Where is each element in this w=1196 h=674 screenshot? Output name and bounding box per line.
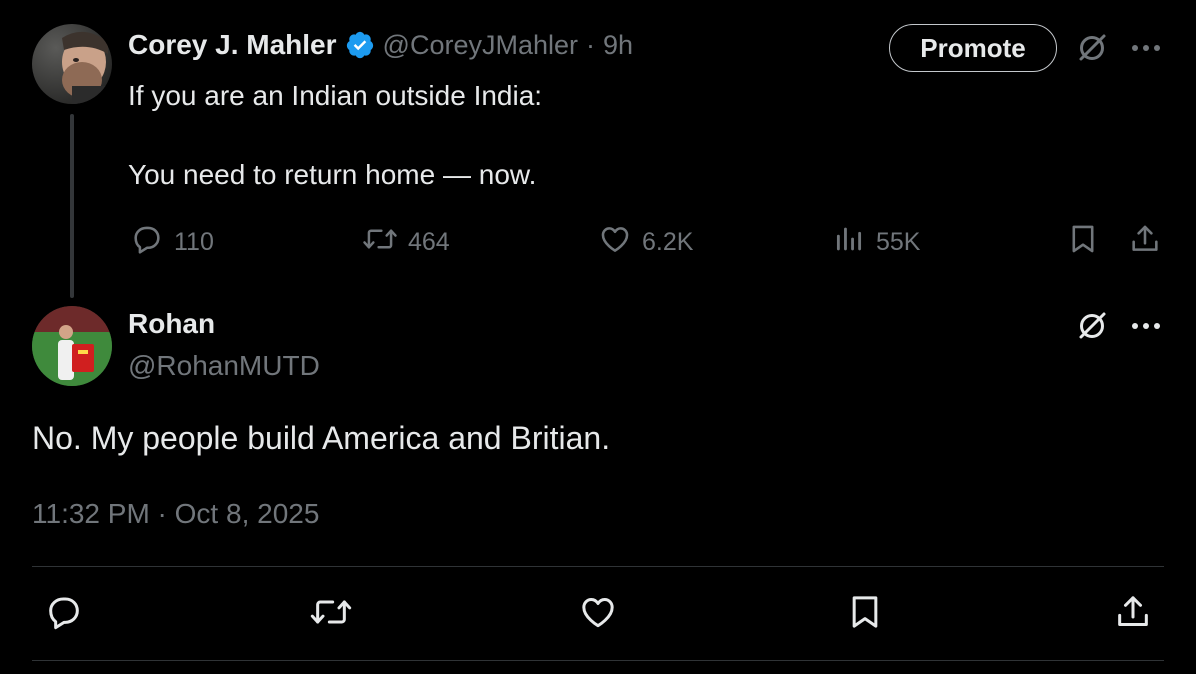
reply-button[interactable] [44, 594, 84, 634]
reply-icon [44, 592, 84, 637]
heart-icon [578, 592, 618, 637]
share-button[interactable] [1113, 594, 1153, 634]
avatar-corey[interactable] [32, 24, 112, 104]
more-icon[interactable] [1128, 30, 1164, 66]
repost-icon [362, 222, 398, 263]
reply-count: 110 [174, 227, 214, 256]
bookmark-icon [845, 592, 885, 637]
tweet-detail-page: Corey J. Mahler @CoreyJMahler · 9h Promo… [0, 0, 1196, 674]
verified-badge-icon[interactable] [345, 30, 375, 60]
divider [32, 566, 1164, 567]
reply-tweet-text: No. My people build America and Britian. [32, 420, 611, 456]
parent-tweet-header: Corey J. Mahler @CoreyJMahler · 9h [128, 26, 633, 64]
repost-button[interactable] [309, 592, 353, 637]
like-button[interactable] [578, 594, 618, 634]
bookmark-button[interactable] [845, 594, 885, 634]
grok-icon[interactable] [1074, 308, 1110, 344]
reply-timestamp[interactable]: 11:32 PM · Oct 8, 2025 [32, 498, 319, 530]
header-separator: · [586, 29, 595, 60]
reply-author-name[interactable]: Rohan [128, 308, 215, 340]
grok-icon[interactable] [1074, 30, 1110, 66]
views-icon [832, 222, 866, 263]
reply-icon [130, 222, 164, 263]
avatar-rohan[interactable] [32, 306, 112, 386]
views-count: 55K [876, 227, 921, 256]
parent-tweet-text-line1: If you are an Indian outside India: [128, 80, 543, 111]
share-icon [1128, 222, 1162, 263]
reply-handle[interactable]: @RohanMUTD [128, 350, 320, 382]
divider [32, 660, 1164, 661]
like-action[interactable]: 6.2K [598, 222, 693, 262]
parent-time[interactable]: 9h [603, 30, 633, 61]
parent-handle[interactable]: @CoreyJMahler [383, 30, 578, 61]
parent-author-name[interactable]: Corey J. Mahler [128, 29, 337, 61]
share-icon [1113, 592, 1153, 637]
repost-action[interactable]: 464 [362, 222, 450, 262]
bookmark-action[interactable] [1066, 222, 1100, 262]
like-count: 6.2K [642, 227, 694, 256]
parent-tweet-text-line2: You need to return home — now. [128, 159, 537, 190]
repost-icon [309, 592, 353, 637]
more-icon[interactable] [1128, 308, 1164, 344]
promote-button[interactable]: Promote [889, 24, 1057, 72]
bookmark-icon [1066, 222, 1100, 263]
repost-count: 464 [408, 227, 450, 256]
thread-line [70, 114, 74, 298]
reply-action[interactable]: 110 [130, 222, 214, 262]
views-action[interactable]: 55K [832, 222, 920, 262]
heart-icon [598, 222, 632, 263]
share-action[interactable] [1128, 222, 1162, 262]
